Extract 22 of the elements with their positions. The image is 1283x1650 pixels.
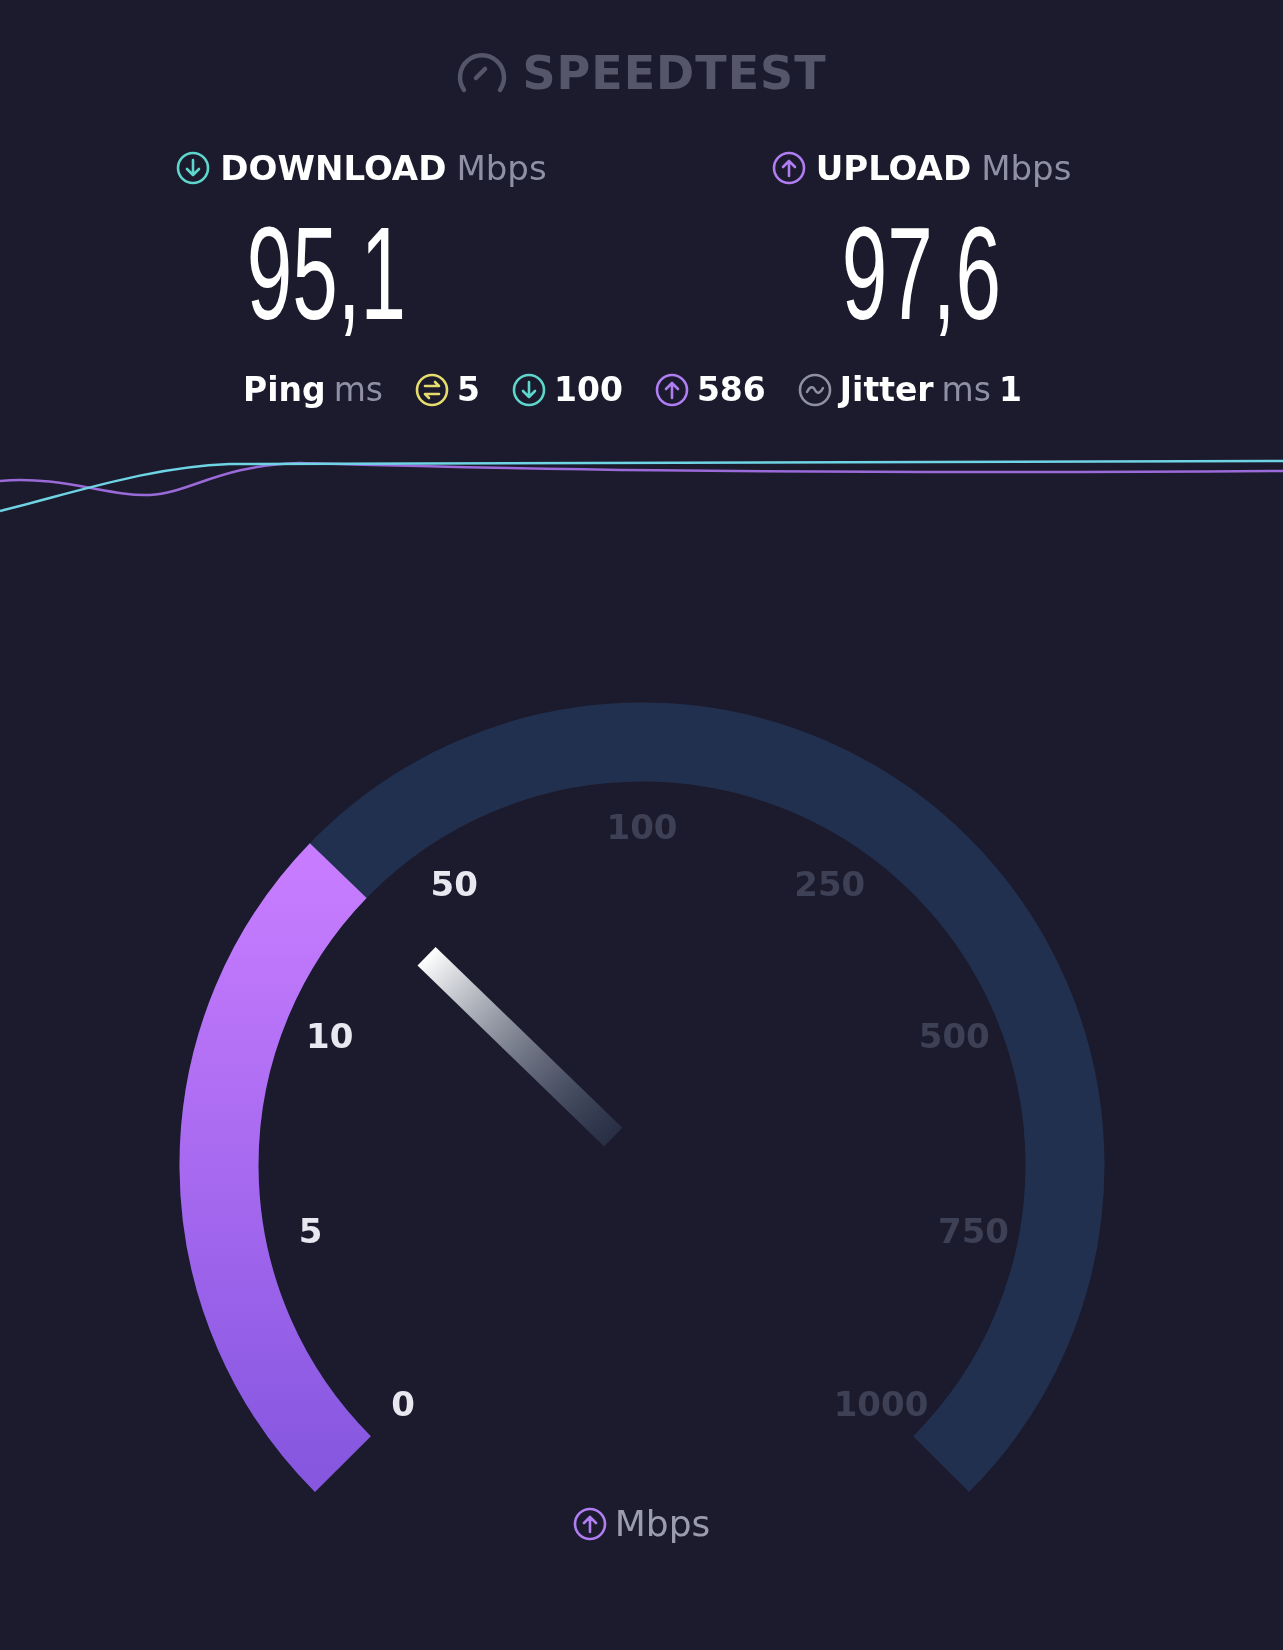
swap-arrows-icon — [415, 372, 450, 407]
gauge-tick-label: 50 — [430, 863, 478, 904]
jitter-label: Jitter — [839, 370, 934, 409]
ping-value: 5 — [457, 370, 480, 409]
logo-text: SPEEDTEST — [522, 46, 827, 100]
wave-icon — [797, 372, 832, 407]
result-value: 97,6 — [841, 208, 1002, 340]
jitter-unit: ms — [941, 370, 991, 409]
ping-value: 100 — [554, 370, 623, 409]
gauge-unit: Mbps — [614, 1503, 711, 1544]
jitter-value: 1 — [998, 370, 1022, 409]
ping-value: 586 — [696, 370, 766, 409]
ping-unit: ms — [333, 370, 384, 409]
gauge-tick-label: 0 — [390, 1384, 415, 1424]
gauge-tick-label: 5 — [298, 1210, 322, 1251]
result-value: 95,1 — [246, 208, 407, 340]
result-unit: Mbps — [981, 148, 1072, 188]
gauge-tick-label: 10 — [305, 1015, 353, 1056]
result-label: DOWNLOAD — [220, 148, 447, 188]
ping-label: Ping — [243, 370, 326, 409]
result-unit: Mbps — [456, 148, 547, 188]
result-label: UPLOAD — [815, 148, 972, 188]
